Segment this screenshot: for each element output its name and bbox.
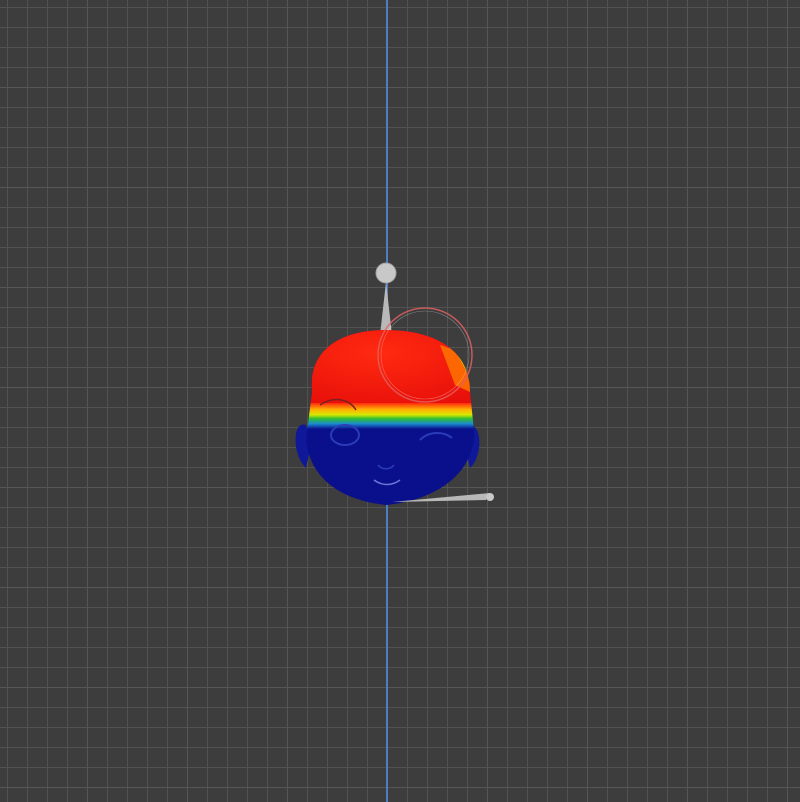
3d-viewport[interactable] xyxy=(0,0,800,802)
bone-head-icon[interactable] xyxy=(375,262,397,335)
head-mesh-icon[interactable] xyxy=(290,325,490,515)
scene-canvas[interactable] xyxy=(0,0,800,802)
